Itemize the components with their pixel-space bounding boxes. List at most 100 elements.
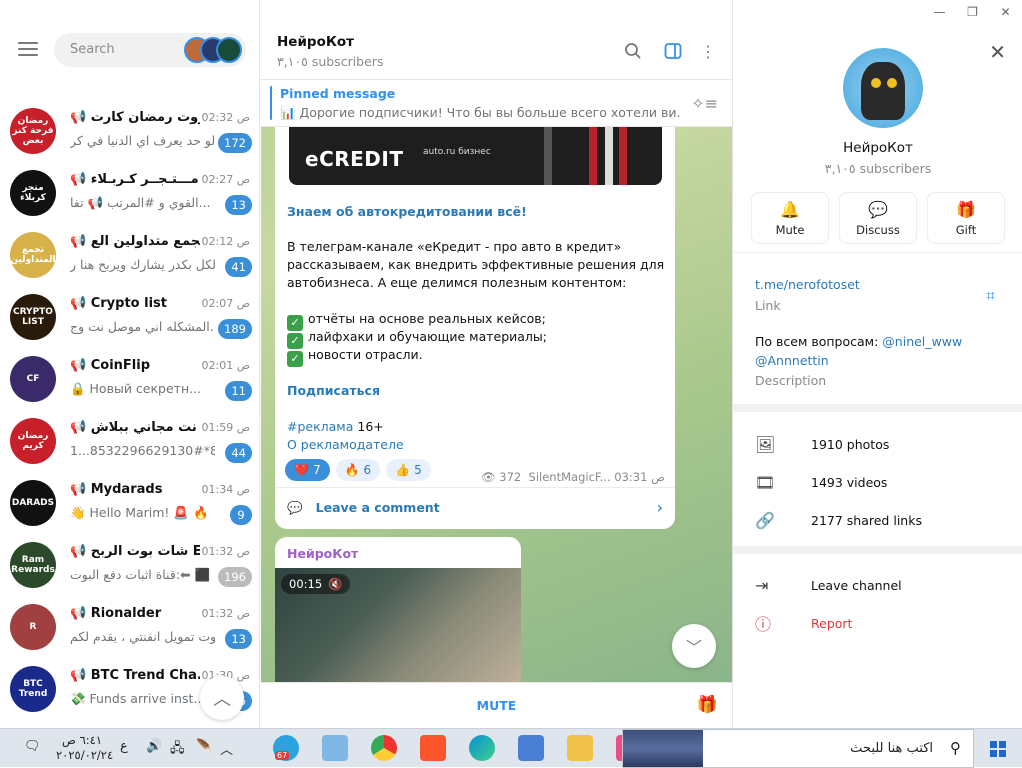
- pinned-message[interactable]: Pinned message 📊 Дорогие подписчики! Что…: [261, 80, 732, 127]
- story-avatar[interactable]: [216, 37, 242, 63]
- chat-list-panel: Search رمضان فرحة كنز بعض 📢 كروت رمضان كا…: [0, 0, 260, 728]
- mute-button[interactable]: MUTE: [261, 698, 732, 713]
- scroll-down-button[interactable]: ﹀: [672, 624, 716, 668]
- telegram-app-icon[interactable]: 67: [273, 735, 299, 761]
- taskbar-search-box[interactable]: اكتب هنا للبحث ⚲: [622, 729, 974, 768]
- unread-badge: 172: [218, 133, 252, 153]
- file-explorer-icon[interactable]: [567, 735, 593, 761]
- chat-time: ص 01:32: [201, 545, 251, 558]
- chat-list-item[interactable]: CF 📢 CoinFlip ص 02:01 🔒 Новый секретн... 11: [0, 348, 259, 410]
- channel-header[interactable]: НейроКот ٣,١٠٥ subscribers ⋮: [261, 0, 732, 80]
- link-icon: 🔗: [755, 510, 775, 530]
- maximize-icon[interactable]: ❐: [956, 0, 989, 24]
- edge-app-icon[interactable]: [469, 735, 495, 761]
- qr-code-icon[interactable]: ⌗: [986, 286, 1002, 305]
- chat-preview: 🔒 Новый секретн...: [70, 381, 202, 396]
- discuss-action-button[interactable]: 💬 Discuss: [839, 192, 917, 244]
- network-icon[interactable]: 🖧: [170, 739, 185, 761]
- unread-badge: 189: [218, 319, 252, 339]
- post-heading: Знаем об автокредитовании всё!: [287, 204, 527, 219]
- banner-stripe: [544, 127, 552, 185]
- separator: [733, 404, 1022, 412]
- report-button[interactable]: ⓘ Report: [755, 612, 852, 634]
- reaction-thumbsup[interactable]: 👍 5: [386, 459, 431, 481]
- pinned-list-icon[interactable]: ✧≡: [691, 94, 718, 113]
- chat-time: ص 01:32: [201, 607, 251, 620]
- channel-icon: 📢: [70, 606, 91, 621]
- channel-link[interactable]: t.me/nerofotoset: [755, 277, 860, 292]
- chat-list-item[interactable]: 📢 🎲КАЧАЙ УДА...ص 01:25: [0, 720, 259, 728]
- links-row[interactable]: 🔗 2177 shared links: [755, 509, 922, 531]
- chevron-right-icon[interactable]: ›: [657, 498, 663, 517]
- video-thumbnail[interactable]: 00:15 🔇: [275, 568, 521, 697]
- sidebar-toggle-icon[interactable]: [662, 40, 684, 62]
- hashtag-link[interactable]: #реклама: [287, 419, 353, 434]
- telegram-badge: 67: [275, 751, 290, 760]
- chat-preview: بوت تمويل انفنتي ، يقدم لكم...: [70, 629, 215, 644]
- eye-icon: 👁: [481, 470, 496, 484]
- chat-time: ص 02:07: [201, 297, 251, 310]
- chat-title: 📢 تجمع متداولين الع...: [70, 234, 200, 249]
- chat-time: ص 02:12: [201, 235, 251, 248]
- channel-icon: 📢: [70, 420, 91, 435]
- mute-action-button[interactable]: 🔔 Mute: [751, 192, 829, 244]
- muted-speaker-icon[interactable]: 🔇: [328, 577, 342, 591]
- scroll-up-button[interactable]: ︿: [200, 676, 244, 720]
- post-banner-image[interactable]: eCREDIT auto.ru бизнес: [289, 127, 662, 185]
- chat-list-item[interactable]: CRYPTO LIST 📢 Crypto list ص 02:07 المشكله ا…: [0, 286, 259, 348]
- mention-link[interactable]: @ninel_www: [882, 334, 962, 349]
- chat-time: ص 02:32: [201, 111, 251, 124]
- close-icon[interactable]: ✕: [989, 0, 1022, 24]
- banner-stripe: [619, 127, 627, 185]
- separator: [733, 252, 1022, 253]
- unread-badge: 9: [230, 505, 252, 525]
- stories-avatars[interactable]: [184, 37, 242, 63]
- channel-subscribers: ٣,١٠٥ subscribers: [277, 54, 384, 69]
- reaction-fire[interactable]: 🔥 6: [335, 459, 381, 481]
- photos-row[interactable]: 🖼 1910 photos: [755, 433, 889, 455]
- avatar: رمضان فرحة كنز بعض: [10, 108, 56, 154]
- more-icon[interactable]: ⋮: [697, 40, 719, 62]
- menu-icon[interactable]: [18, 42, 38, 56]
- chat-list-item[interactable]: رمضان فرحة كنز بعض 📢 كروت رمضان كارت...ص …: [0, 100, 259, 162]
- chat-list-item[interactable]: متجر كربلاء 📢 مـــتـجــر كـربـلاء ص 02:27 ا…: [0, 162, 259, 224]
- chrome-app-icon[interactable]: [371, 735, 397, 761]
- mention-link[interactable]: @Annnettin: [755, 353, 829, 368]
- pen-icon[interactable]: 🪶: [196, 739, 212, 754]
- channel-avatar[interactable]: [843, 48, 923, 128]
- chat-preview: 💸 Funds arrive inst...: [70, 691, 206, 706]
- search-input[interactable]: Search: [54, 33, 246, 67]
- minimize-icon[interactable]: —: [923, 0, 956, 24]
- close-icon[interactable]: ✕: [989, 40, 1006, 64]
- notes-app-icon[interactable]: [322, 735, 348, 761]
- videos-row[interactable]: 🎞 1493 videos: [755, 471, 887, 493]
- gift-icon[interactable]: 🎁: [697, 695, 718, 715]
- avatar: CF: [10, 356, 56, 402]
- gift-action-button[interactable]: 🎁 Gift: [927, 192, 1005, 244]
- store-app-icon[interactable]: [518, 735, 544, 761]
- subscribe-link[interactable]: Подписаться: [287, 382, 380, 400]
- brave-app-icon[interactable]: [420, 735, 446, 761]
- chat-list-item[interactable]: Ram Rewards 📢 شات بوت الربح E...ص 01:32 قن…: [0, 534, 259, 596]
- chat-title: 📢 مـــتـجــر كـربـلاء: [70, 172, 199, 187]
- avatar: رمضان كريم: [10, 418, 56, 464]
- chat-list-item[interactable]: تجمع المتداولين 📢 تجمع متداولين الع...ص 0…: [0, 224, 259, 286]
- search-icon[interactable]: [622, 40, 644, 62]
- search-placeholder: Search: [70, 42, 115, 57]
- chat-list-item[interactable]: رمضان كريم 📢 نت مجاني ببلاش ...ص 01:59 1..…: [0, 410, 259, 472]
- chat-list-item[interactable]: DARADS 📢 Mydarads ص 01:34 👋 Hello Marim! 🚨 …: [0, 472, 259, 534]
- chat-list-item[interactable]: R 📢 Rionalder ص 01:32 بوت تمويل انفنتي ، يق…: [0, 596, 259, 658]
- windows-start-button[interactable]: [974, 729, 1022, 768]
- advertiser-link[interactable]: О рекламодателе: [287, 436, 404, 454]
- notification-icon[interactable]: 🗨: [24, 739, 41, 754]
- leave-channel-button[interactable]: ⇥ Leave channel: [755, 574, 902, 596]
- volume-icon[interactable]: 🔊: [146, 739, 162, 754]
- taskbar-clock[interactable]: ٦:٤١ ص ٢٠٢٥/٠٢/٢٤: [56, 733, 113, 763]
- chat-title: 📢 شات بوت الربح E...: [70, 544, 200, 559]
- leave-comment-button[interactable]: 💬 Leave a comment: [287, 500, 440, 516]
- chat-preview: قناة اثبات دفع البوت:⬅ ⬛: [70, 567, 211, 582]
- chat-preview: 👋 Hello Marim! 🚨 🔥: [70, 505, 209, 520]
- reaction-heart[interactable]: ❤️ 7: [285, 459, 330, 481]
- language-indicator[interactable]: ع: [120, 739, 128, 754]
- chevron-up-icon[interactable]: ︿: [220, 739, 233, 758]
